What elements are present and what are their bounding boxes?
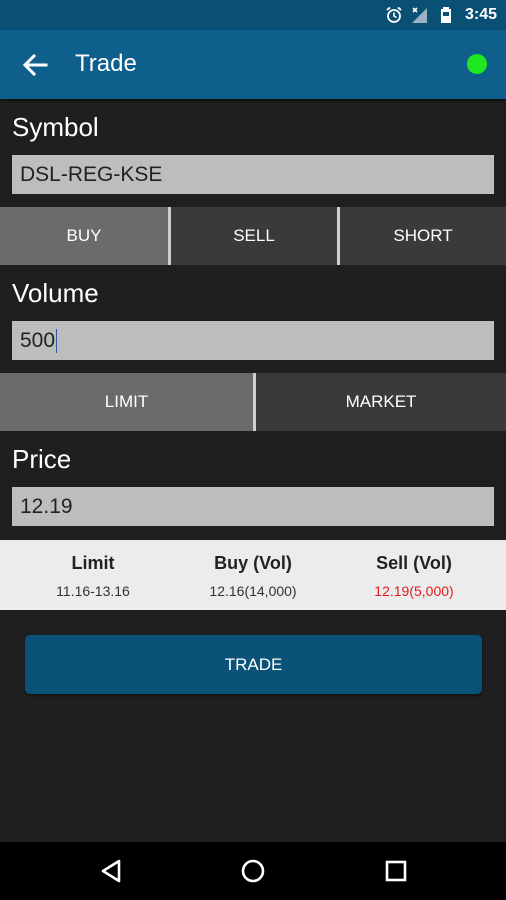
volume-input[interactable]: 500 [12, 321, 494, 360]
status-time: 3:45 [464, 6, 497, 23]
system-nav-bar [0, 842, 506, 900]
trade-button-label: TRADE [224, 654, 283, 674]
price-input[interactable]: 12.19 [12, 487, 494, 526]
limit-header: Limit [71, 553, 115, 573]
battery-icon [440, 7, 451, 23]
tab-buy-label: BUY [66, 226, 102, 245]
buy-header: Buy (Vol) [214, 553, 292, 573]
tab-limit-label: LIMIT [104, 392, 149, 411]
limit-value: 11.16-13.16 [56, 583, 130, 599]
buy-value: 12.16(14,000) [209, 583, 297, 599]
connection-status-indicator [467, 54, 487, 74]
back-triangle-icon[interactable] [97, 856, 127, 886]
symbol-label: Symbol [12, 112, 99, 142]
symbol-input-value: DSL-REG-KSE [20, 162, 163, 186]
sell-value: 12.19(5,000) [374, 583, 454, 599]
recents-square-icon[interactable] [381, 856, 411, 886]
tab-short-label: SHORT [393, 226, 453, 245]
signal-off-icon [411, 7, 427, 23]
sell-header: Sell (Vol) [376, 553, 452, 573]
market-info-panel: Limit 11.16-13.16 Buy (Vol) 12.16(14,000… [0, 540, 506, 610]
status-bar: 3:45 [0, 0, 506, 30]
arrow-left-icon[interactable] [18, 51, 52, 79]
volume-label: Volume [12, 278, 99, 308]
volume-input-value: 500 [20, 328, 56, 352]
text-cursor [56, 328, 58, 353]
price-input-value: 12.19 [20, 494, 73, 518]
app-bar: Trade [0, 30, 506, 99]
home-circle-icon[interactable] [238, 856, 268, 886]
page-title: Trade [75, 50, 137, 77]
tab-short[interactable]: SHORT [340, 207, 506, 265]
tab-limit[interactable]: LIMIT [0, 373, 253, 431]
trade-button[interactable]: TRADE [25, 635, 482, 694]
tab-sell-label: SELL [233, 226, 275, 245]
alarm-icon [386, 6, 402, 23]
symbol-input[interactable]: DSL-REG-KSE [12, 155, 494, 194]
tab-sell[interactable]: SELL [171, 207, 337, 265]
tab-buy[interactable]: BUY [0, 207, 168, 265]
tab-market-label: MARKET [345, 392, 417, 411]
price-label: Price [12, 444, 72, 474]
tab-market[interactable]: MARKET [256, 373, 506, 431]
